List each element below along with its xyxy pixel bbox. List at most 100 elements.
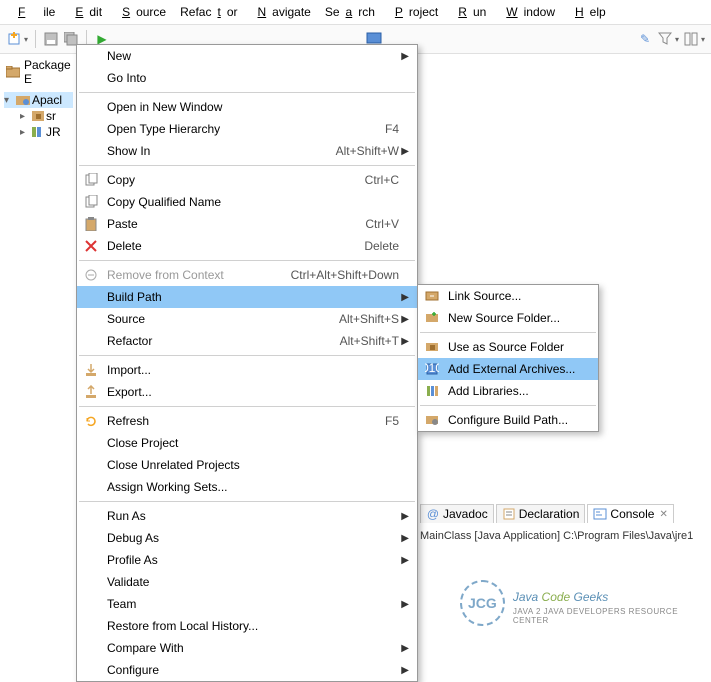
copy-icon bbox=[81, 194, 101, 210]
ctx-run-as[interactable]: Run As▶ bbox=[77, 505, 417, 527]
menu-label: Debug As bbox=[107, 531, 399, 545]
blank-icon bbox=[81, 457, 101, 473]
ctx-open-in-new-window[interactable]: Open in New Window bbox=[77, 96, 417, 118]
ctx-validate[interactable]: Validate bbox=[77, 571, 417, 593]
ctx-refresh[interactable]: RefreshF5 bbox=[77, 410, 417, 432]
menu-file[interactable]: File bbox=[6, 3, 61, 21]
ctx-paste[interactable]: PasteCtrl+V bbox=[77, 213, 417, 235]
ctx-configure[interactable]: Configure▶ bbox=[77, 659, 417, 681]
tab-javadoc[interactable]: @Javadoc bbox=[420, 504, 494, 523]
ctx-close-unrelated-projects[interactable]: Close Unrelated Projects bbox=[77, 454, 417, 476]
menu-source[interactable]: Source bbox=[110, 3, 172, 21]
paste-icon bbox=[81, 216, 101, 232]
ctx-go-into[interactable]: Go Into bbox=[77, 67, 417, 89]
blank-icon bbox=[81, 143, 101, 159]
ctx-compare-with[interactable]: Compare With▶ bbox=[77, 637, 417, 659]
ctx-debug-as[interactable]: Debug As▶ bbox=[77, 527, 417, 549]
ctx-export-[interactable]: Export... bbox=[77, 381, 417, 403]
sub-use-as-source-folder[interactable]: Use as Source Folder bbox=[418, 336, 598, 358]
console-status: MainClass [Java Application] C:\Program … bbox=[420, 530, 710, 542]
tab-declaration[interactable]: Declaration bbox=[496, 504, 586, 523]
menu-label: Profile As bbox=[107, 553, 399, 567]
submenu-arrow-icon: ▶ bbox=[399, 292, 409, 303]
svg-text:010: 010 bbox=[425, 362, 439, 375]
shortcut: Ctrl+Alt+Shift+Down bbox=[291, 268, 399, 282]
delete-icon bbox=[81, 238, 101, 254]
menubar: File Edit Source Refactor Navigate Searc… bbox=[0, 0, 711, 24]
menu-label: Close Unrelated Projects bbox=[107, 458, 399, 472]
ctx-build-path[interactable]: Build Path▶ bbox=[77, 286, 417, 308]
shortcut: Delete bbox=[364, 239, 399, 253]
menu-label: Open in New Window bbox=[107, 100, 399, 114]
submenu-arrow-icon: ▶ bbox=[399, 599, 409, 610]
shortcut: F4 bbox=[385, 122, 399, 136]
tree-project[interactable]: ▾ Apacl bbox=[4, 92, 73, 108]
ctx-open-type-hierarchy[interactable]: Open Type Hierarchy F4 bbox=[77, 118, 417, 140]
blank-icon bbox=[81, 552, 101, 568]
menu-label: Source bbox=[107, 312, 319, 326]
menu-label: Copy bbox=[107, 173, 345, 187]
wand-icon[interactable]: ✎ bbox=[637, 31, 653, 47]
menu-navigate[interactable]: Navigate bbox=[245, 3, 316, 21]
blank-icon bbox=[81, 435, 101, 451]
menu-label: Open Type Hierarchy bbox=[107, 122, 365, 136]
close-icon[interactable]: ✕ bbox=[659, 509, 667, 520]
ctx-show-in[interactable]: Show InAlt+Shift+W▶ bbox=[77, 140, 417, 162]
tab-console[interactable]: Console✕ bbox=[587, 504, 673, 523]
sub-add-libraries-[interactable]: Add Libraries... bbox=[418, 380, 598, 402]
blank-icon bbox=[81, 311, 101, 327]
svg-text:@: @ bbox=[427, 507, 439, 521]
ctx-delete[interactable]: DeleteDelete bbox=[77, 235, 417, 257]
build-path-submenu: Link Source... New Source Folder... Use as… bbox=[417, 284, 599, 432]
shortcut: Ctrl+C bbox=[365, 173, 399, 187]
menu-refactor[interactable]: Refactor bbox=[174, 3, 243, 21]
menu-search[interactable]: Search bbox=[319, 3, 381, 21]
sub-add-external-archives-[interactable]: 010Add External Archives... bbox=[418, 358, 598, 380]
menu-run[interactable]: Run bbox=[446, 3, 492, 21]
submenu-arrow-icon: ▶ bbox=[399, 511, 409, 522]
blank-icon bbox=[81, 479, 101, 495]
menu-window[interactable]: Window bbox=[494, 3, 561, 21]
ctx-close-project[interactable]: Close Project bbox=[77, 432, 417, 454]
link-icon bbox=[422, 288, 442, 304]
java-project-icon bbox=[16, 94, 30, 106]
menu-label: Link Source... bbox=[448, 289, 580, 303]
ctx-profile-as[interactable]: Profile As▶ bbox=[77, 549, 417, 571]
ctx-source[interactable]: SourceAlt+Shift+S▶ bbox=[77, 308, 417, 330]
save-icon[interactable] bbox=[43, 31, 59, 47]
menu-label: Export... bbox=[107, 385, 399, 399]
menu-help[interactable]: Help bbox=[563, 3, 612, 21]
ctx-team[interactable]: Team▶ bbox=[77, 593, 417, 615]
sub-new-source-folder-[interactable]: New Source Folder... bbox=[418, 307, 598, 329]
blank-icon bbox=[81, 640, 101, 656]
collapse-icon[interactable]: ▾ bbox=[4, 95, 14, 106]
menu-label: Configure Build Path... bbox=[448, 413, 580, 427]
shortcut: Alt+Shift+S bbox=[339, 312, 399, 326]
ctx-assign-working-sets-[interactable]: Assign Working Sets... bbox=[77, 476, 417, 498]
expand-icon[interactable]: ▸ bbox=[20, 111, 30, 122]
source-folder-icon bbox=[32, 111, 44, 121]
ctx-copy-qualified-name[interactable]: Copy Qualified Name bbox=[77, 191, 417, 213]
menu-project[interactable]: Project bbox=[383, 3, 444, 21]
blank-icon bbox=[81, 574, 101, 590]
import-icon bbox=[81, 362, 101, 378]
ctx-import-[interactable]: Import... bbox=[77, 359, 417, 381]
ctx-restore-from-local-history-[interactable]: Restore from Local History... bbox=[77, 615, 417, 637]
console-icon bbox=[593, 507, 607, 521]
new-icon[interactable] bbox=[6, 31, 22, 47]
sub-configure-build-path-[interactable]: Configure Build Path... bbox=[418, 409, 598, 431]
ctx-copy[interactable]: Copy Ctrl+C bbox=[77, 169, 417, 191]
blank-icon bbox=[81, 121, 101, 137]
sub-link-source-[interactable]: Link Source... bbox=[418, 285, 598, 307]
menu-label: Close Project bbox=[107, 436, 399, 450]
layout-icon[interactable] bbox=[683, 31, 699, 47]
blank-icon bbox=[81, 289, 101, 305]
ctx-new[interactable]: New▶ bbox=[77, 45, 417, 67]
tree-item-jre[interactable]: ▸ JR bbox=[4, 124, 73, 140]
tree-item-src[interactable]: ▸ sr bbox=[4, 108, 73, 124]
expand-icon[interactable]: ▸ bbox=[20, 127, 30, 138]
menu-edit[interactable]: Edit bbox=[63, 3, 108, 21]
ctx-remove-from-context: Remove from ContextCtrl+Alt+Shift+Down bbox=[77, 264, 417, 286]
filter-icon[interactable] bbox=[657, 31, 673, 47]
ctx-refactor[interactable]: RefactorAlt+Shift+T▶ bbox=[77, 330, 417, 352]
